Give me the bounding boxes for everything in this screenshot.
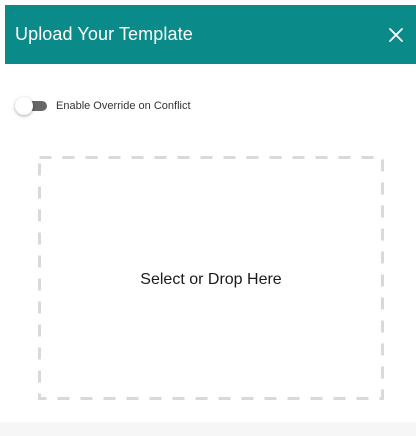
dialog-title: Upload Your Template	[15, 24, 193, 44]
upload-template-dialog: Upload Your Template Enable Override on …	[0, 0, 416, 436]
override-toggle[interactable]	[15, 97, 49, 115]
override-toggle-label: Enable Override on Conflict	[56, 100, 191, 112]
file-dropzone[interactable]: Select or Drop Here	[38, 156, 384, 400]
toggle-thumb	[15, 97, 33, 115]
override-toggle-row: Enable Override on Conflict	[15, 96, 191, 116]
dropzone-label: Select or Drop Here	[140, 271, 282, 288]
dialog-footer	[0, 422, 416, 436]
close-icon[interactable]	[388, 27, 404, 43]
dialog-header: Upload Your Template	[5, 5, 416, 64]
